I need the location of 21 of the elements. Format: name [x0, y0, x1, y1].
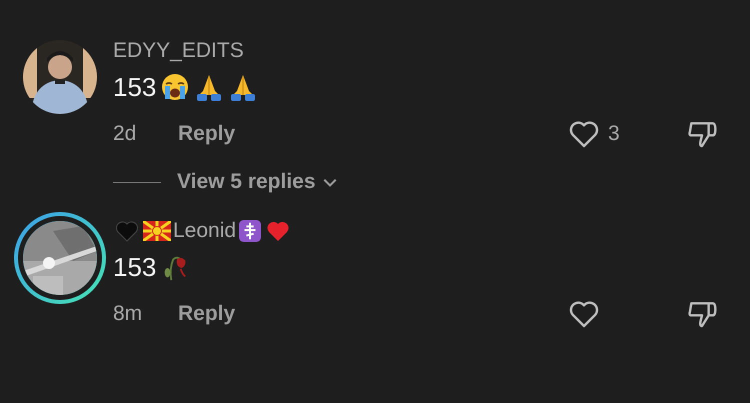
chevron-down-icon	[322, 176, 338, 188]
comment-age: 2d	[113, 122, 138, 146]
crying-face-icon	[161, 72, 190, 102]
comment-text: 153	[113, 72, 156, 102]
heart-icon	[568, 299, 600, 329]
heart-icon	[568, 119, 600, 149]
like-count: 3	[608, 122, 620, 146]
heart-icon	[115, 220, 139, 242]
flag-icon	[143, 221, 171, 241]
heart-icon	[266, 220, 290, 242]
reply-button[interactable]: Reply	[178, 122, 236, 146]
comment-text: 153	[113, 252, 156, 282]
like-button[interactable]: 3	[568, 119, 686, 149]
username[interactable]: Leonid	[173, 219, 236, 243]
comment-age: 8m	[113, 302, 144, 326]
username[interactable]: EDYY_EDITS	[113, 39, 244, 63]
dislike-icon[interactable]	[686, 299, 718, 329]
view-replies-button[interactable]: View 5 replies	[177, 170, 338, 194]
dislike-icon[interactable]	[686, 119, 718, 149]
reply-button[interactable]: Reply	[178, 302, 236, 326]
cross-icon	[238, 220, 262, 242]
